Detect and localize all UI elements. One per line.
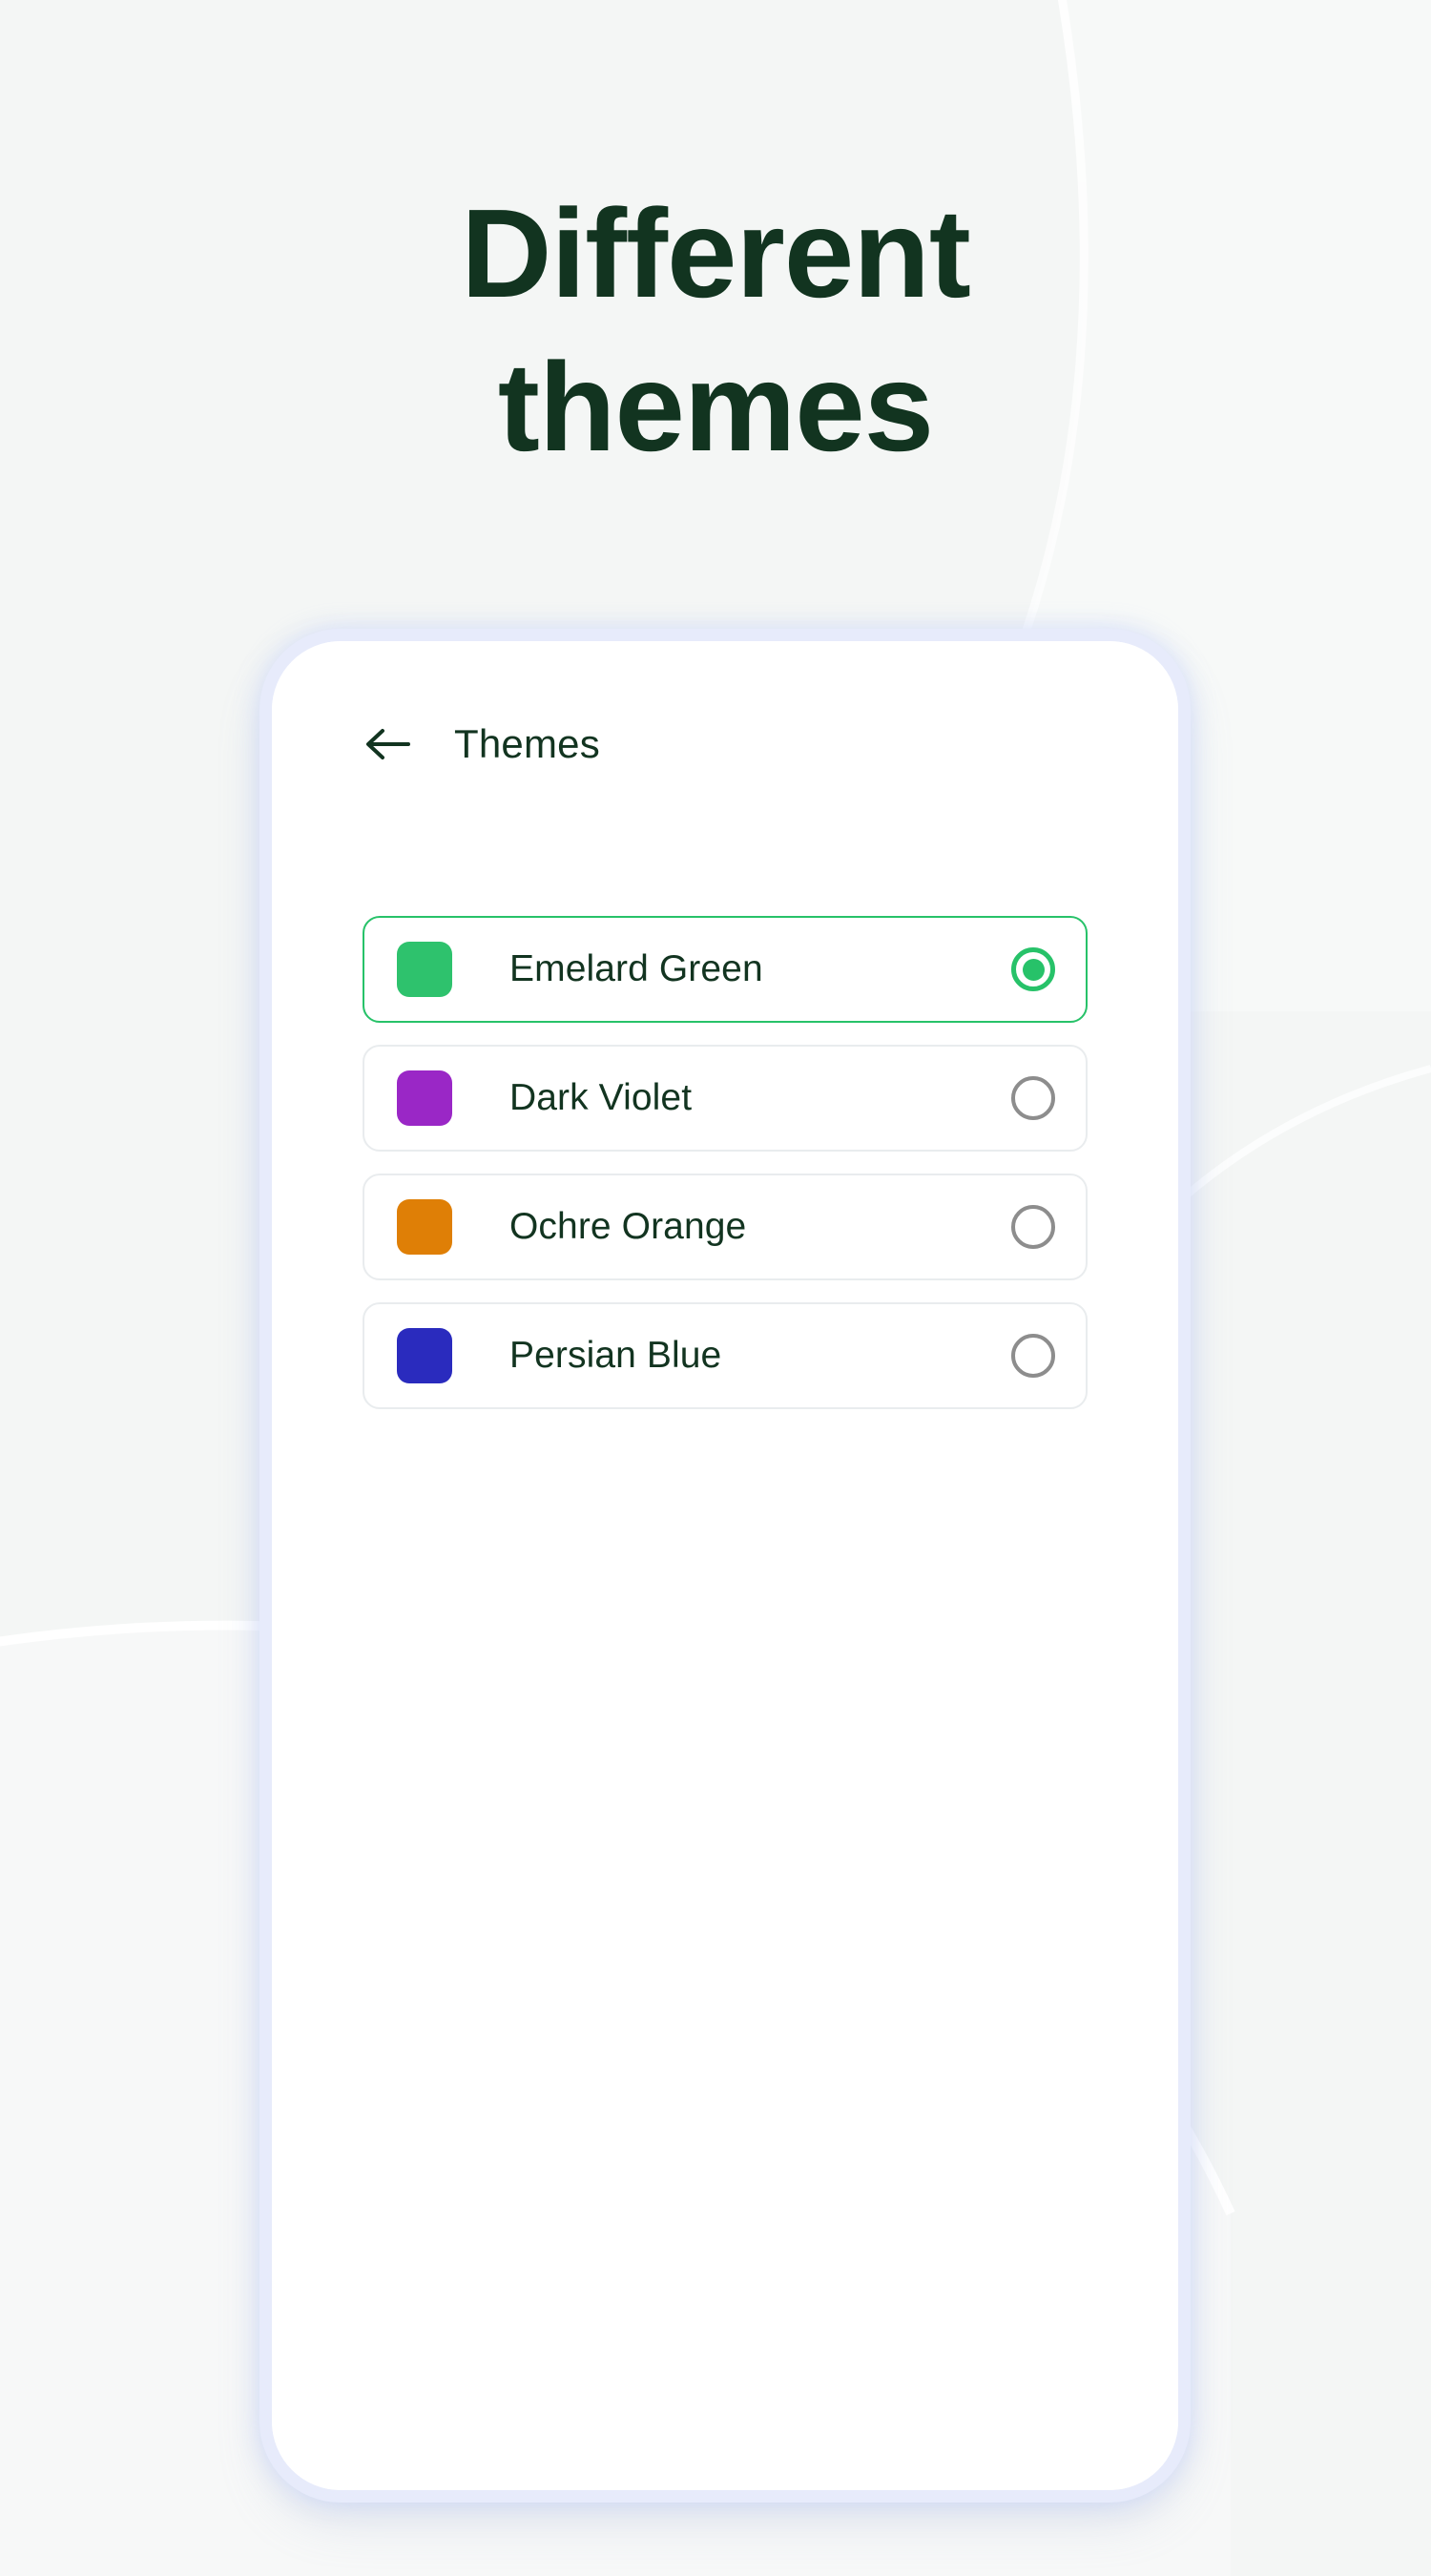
phone-screen: Themes Emelard Green Dark Violet Ochre O…: [272, 641, 1178, 2490]
theme-option-dark-violet[interactable]: Dark Violet: [363, 1045, 1088, 1152]
radio-checked-icon[interactable]: [1011, 947, 1055, 991]
back-button[interactable]: [363, 718, 414, 770]
theme-list: Emelard Green Dark Violet Ochre Orange P…: [363, 916, 1088, 1431]
color-swatch-icon: [397, 1199, 452, 1255]
phone-mockup: Themes Emelard Green Dark Violet Ochre O…: [272, 641, 1178, 2490]
theme-option-emelard-green[interactable]: Emelard Green: [363, 916, 1088, 1023]
theme-option-persian-blue[interactable]: Persian Blue: [363, 1302, 1088, 1409]
page-title: Different themes: [461, 183, 971, 478]
radio-unchecked-icon[interactable]: [1011, 1205, 1055, 1249]
theme-option-label: Dark Violet: [509, 1077, 693, 1118]
color-swatch-icon: [397, 1328, 452, 1383]
theme-option-label: Ochre Orange: [509, 1206, 747, 1247]
theme-option-label: Persian Blue: [509, 1335, 722, 1376]
app-bar-title: Themes: [454, 720, 600, 766]
theme-option-label: Emelard Green: [509, 948, 763, 989]
color-swatch-icon: [397, 942, 452, 997]
radio-unchecked-icon[interactable]: [1011, 1334, 1055, 1378]
theme-option-ochre-orange[interactable]: Ochre Orange: [363, 1174, 1088, 1280]
radio-unchecked-icon[interactable]: [1011, 1076, 1055, 1120]
app-bar: Themes: [272, 641, 1178, 846]
radio-dot: [1022, 958, 1045, 981]
arrow-left-icon: [366, 728, 410, 759]
color-swatch-icon: [397, 1070, 452, 1126]
